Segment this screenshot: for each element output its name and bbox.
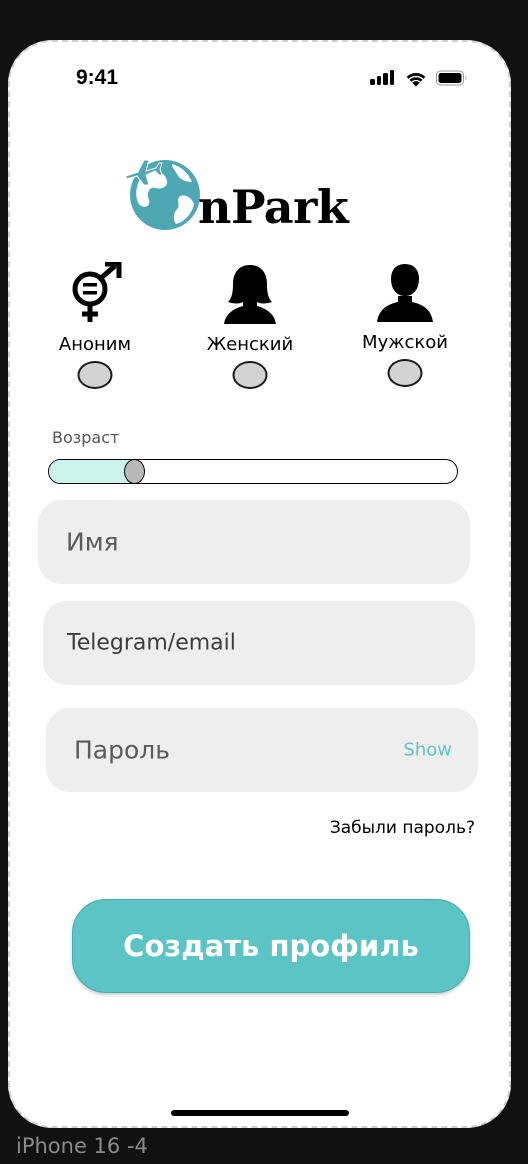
name-placeholder: Имя (66, 527, 119, 557)
age-slider-thumb[interactable] (123, 459, 145, 484)
gender-option-female[interactable]: Женский (195, 262, 305, 402)
logo-text: nPark (198, 180, 349, 234)
cellular-signal-icon (370, 69, 396, 87)
contact-field[interactable]: Telegram/email (43, 601, 475, 685)
device-label: iPhone 16 -4 (16, 1134, 148, 1158)
create-profile-button[interactable]: Создать профиль (72, 899, 470, 993)
male-avatar-icon (377, 264, 433, 322)
battery-icon (436, 70, 467, 86)
age-slider-fill (49, 460, 136, 483)
gender-label-male: Мужской (362, 332, 448, 353)
contact-placeholder: Telegram/email (67, 630, 236, 656)
gender-radio-anonymous[interactable] (77, 361, 113, 389)
gender-label-female: Женский (206, 334, 294, 355)
name-field[interactable]: Имя (38, 500, 470, 584)
globe-plane-icon (125, 159, 200, 230)
age-slider-track[interactable] (48, 459, 458, 484)
gender-option-anonymous[interactable]: Аноним (40, 262, 150, 402)
password-field[interactable]: Пароль Show (46, 708, 478, 792)
phone-frame: 9:41 nPark Аноним Женский Мужской Возрас… (8, 40, 511, 1128)
female-avatar-icon (224, 265, 276, 324)
status-icons (370, 69, 474, 87)
wifi-icon (406, 73, 426, 87)
age-label: Возраст (52, 428, 120, 447)
gender-neutral-icon (72, 262, 122, 322)
gender-radio-male[interactable] (387, 359, 423, 387)
app-logo: nPark (122, 152, 362, 238)
gender-option-male[interactable]: Мужской (350, 260, 460, 400)
password-placeholder: Пароль (74, 735, 170, 765)
forgot-password-link[interactable]: Забыли пароль? (330, 818, 475, 838)
status-time: 9:41 (76, 66, 119, 89)
gender-label-anonymous: Аноним (58, 334, 132, 355)
gender-radio-female[interactable] (232, 361, 268, 389)
home-indicator (171, 1110, 349, 1116)
show-password-button[interactable]: Show (403, 740, 452, 761)
